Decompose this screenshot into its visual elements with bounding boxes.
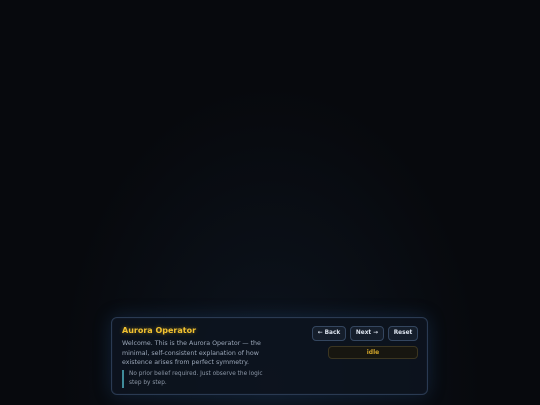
reset-button[interactable]: Reset [388,326,418,341]
narration-panel: Aurora Operator Welcome. This is the Aur… [111,317,428,395]
status-badge: idle [328,346,418,359]
viewport: Aurora Operator Welcome. This is the Aur… [0,0,540,405]
panel-body-text: Welcome. This is the Aurora Operator — t… [122,340,261,366]
panel-note: No prior belief required. Just observe t… [122,370,272,388]
back-button[interactable]: ← Back [312,326,346,341]
next-button[interactable]: Next → [350,326,384,341]
panel-title: Aurora Operator [122,326,197,335]
